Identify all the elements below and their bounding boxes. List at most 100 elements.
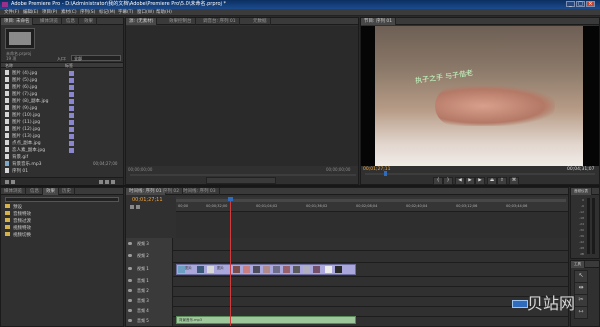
list-item[interactable]: 图片 (5).jpg — [5, 77, 119, 84]
list-view-icon[interactable] — [5, 180, 9, 184]
tab-metadata[interactable]: 元数据 — [250, 18, 271, 25]
set-out-icon[interactable]: } — [443, 177, 453, 185]
tree-folder[interactable]: 视频切换 — [5, 232, 31, 239]
tab-effects[interactable]: 效果 — [81, 18, 97, 25]
program-playhead[interactable] — [384, 171, 387, 176]
close-button[interactable]: × — [586, 1, 595, 7]
minimize-button[interactable]: _ — [566, 1, 575, 7]
tab-media-browser-2[interactable]: 媒体浏览 — [1, 188, 26, 195]
tab-history[interactable]: 历史 — [59, 188, 75, 195]
step-forward-icon[interactable]: ▶ — [475, 177, 485, 185]
audio-clip[interactable]: 背景音乐.mp3 — [176, 316, 356, 324]
list-item[interactable]: 背景.gif — [5, 154, 119, 161]
play-icon[interactable]: ▶ — [465, 177, 475, 185]
effects-search-input[interactable] — [5, 197, 119, 202]
list-item[interactable]: 图片 (8)_副本.jpg — [5, 98, 119, 105]
timeline-empty-area[interactable] — [176, 212, 568, 238]
timeline-ruler[interactable]: 00;00 00;00;32;00 00;01;04;02 00;01;36;0… — [176, 197, 568, 212]
program-scrub-bar[interactable] — [365, 171, 595, 176]
tree-folder[interactable]: 音频特效 — [5, 211, 31, 218]
col-name[interactable]: 名称 — [5, 63, 13, 69]
label-swatch — [69, 148, 74, 153]
menu-marker[interactable]: 标记(M) — [99, 9, 115, 16]
icon-view-icon[interactable] — [11, 180, 15, 184]
tab-tools[interactable]: 工具 — [571, 261, 585, 268]
folder-icon — [5, 204, 10, 208]
extract-icon[interactable]: ⇧ — [497, 177, 507, 185]
list-item[interactable]: 图片 (11).jpg — [5, 119, 119, 126]
menu-file[interactable]: 文件(F) — [4, 9, 19, 16]
video-clip-strip[interactable]: 图片 图片 — [176, 264, 356, 275]
track-header: 音频 4 — [126, 306, 173, 316]
tab-timeline-03[interactable]: 时间线: 序列 03 — [180, 188, 220, 195]
tab-source[interactable]: 源: (无素材) — [126, 18, 158, 25]
new-bin-icon[interactable] — [99, 180, 103, 184]
marker-icon[interactable] — [136, 205, 140, 209]
export-frame-icon[interactable]: ⌘ — [509, 177, 519, 185]
speaker-icon[interactable] — [128, 279, 132, 282]
speaker-icon[interactable] — [128, 309, 132, 312]
tab-project[interactable]: 项目: 未命名 — [1, 18, 34, 25]
tab-effect-controls[interactable]: 效果控制台 — [166, 18, 196, 25]
list-item[interactable]: 恋人素_副本.jpg — [5, 147, 119, 154]
menu-title[interactable]: 字幕(T) — [118, 9, 133, 16]
list-item[interactable]: 图片 (4).jpg — [5, 70, 119, 77]
speaker-icon[interactable] — [128, 299, 132, 302]
maximize-button[interactable]: □ — [576, 1, 585, 7]
list-item[interactable]: 图片 (7).jpg — [5, 91, 119, 98]
tab-info-2[interactable]: 信息 — [27, 188, 43, 195]
video-track-1[interactable]: 视频 1 图片 图片 — [126, 262, 568, 277]
snap-icon[interactable] — [130, 205, 134, 209]
menu-edit[interactable]: 编辑(E) — [23, 9, 38, 16]
image-file-icon — [5, 126, 9, 131]
list-item[interactable]: 图片 (6).jpg — [5, 84, 119, 91]
tree-folder[interactable]: 预设 — [5, 204, 31, 211]
trash-icon[interactable] — [111, 180, 115, 184]
image-file-icon — [5, 91, 9, 96]
menu-help[interactable]: 帮助(H) — [156, 9, 172, 16]
eye-icon[interactable] — [128, 242, 132, 245]
list-item[interactable]: 图片 (10).jpg — [5, 112, 119, 119]
speaker-icon[interactable] — [128, 289, 132, 292]
source-viewer[interactable] — [126, 26, 358, 166]
step-back-icon[interactable]: ◀ — [455, 177, 465, 185]
label-swatch — [69, 127, 74, 132]
tree-folder[interactable]: 视频特效 — [5, 225, 31, 232]
col-label[interactable]: 标签 — [65, 63, 73, 69]
meter-scale: 0 -6 -12 -18 -24 -30 -36 -42 -48 dB — [579, 198, 584, 256]
timeline-playhead[interactable] — [230, 197, 231, 326]
tab-audio-mixer[interactable]: 调音台: 序列 01 — [200, 18, 240, 25]
list-item[interactable]: 图片 (12).jpg — [5, 126, 119, 133]
list-item[interactable]: 图片 (13).jpg — [5, 133, 119, 140]
tab-program[interactable]: 节目: 序列 01 — [361, 18, 397, 25]
ruler-tick-label: 00;01;36;02 — [306, 204, 328, 208]
lift-icon[interactable]: ⏏ — [487, 177, 497, 185]
eye-icon[interactable] — [128, 267, 132, 270]
ripple-edit-tool-icon[interactable]: ⇿ — [574, 306, 588, 319]
speaker-icon[interactable] — [128, 319, 132, 322]
tree-folder[interactable]: 音频过渡 — [5, 218, 31, 225]
source-scrub-bar[interactable] — [130, 174, 356, 176]
tab-media-browser[interactable]: 媒体浏览 — [37, 18, 62, 25]
work-area-bar[interactable] — [176, 199, 566, 202]
list-item[interactable]: 序列 01 — [5, 168, 119, 175]
menu-window[interactable]: 窗口(W) — [137, 9, 154, 16]
menu-project[interactable]: 项目(P) — [42, 9, 57, 16]
tab-effects-2[interactable]: 效果 — [43, 188, 59, 195]
set-in-icon[interactable]: { — [433, 177, 443, 185]
list-item[interactable]: 点点_副本.jpg — [5, 140, 119, 147]
clip-label: 图片 — [217, 266, 224, 270]
source-transport[interactable] — [206, 177, 276, 184]
in-select[interactable]: 全部 — [71, 55, 121, 61]
menu-clip[interactable]: 素材(C) — [61, 9, 77, 16]
tab-info[interactable]: 信息 — [63, 18, 79, 25]
timeline-timecode[interactable]: 00;01;27;11 — [132, 197, 163, 203]
menu-sequence[interactable]: 序列(S) — [80, 9, 95, 16]
tab-audio-meter[interactable]: 音频仪表 — [571, 188, 592, 195]
playhead-handle[interactable] — [228, 197, 233, 201]
eye-icon[interactable] — [128, 254, 132, 257]
list-item[interactable]: 图片 (9).jpg — [5, 105, 119, 112]
audio-track-5[interactable]: 音频 5 背景音乐.mp3 — [126, 316, 568, 326]
new-item-icon[interactable] — [105, 180, 109, 184]
program-monitor[interactable]: 执子之手 与子偕老 — [361, 26, 599, 166]
